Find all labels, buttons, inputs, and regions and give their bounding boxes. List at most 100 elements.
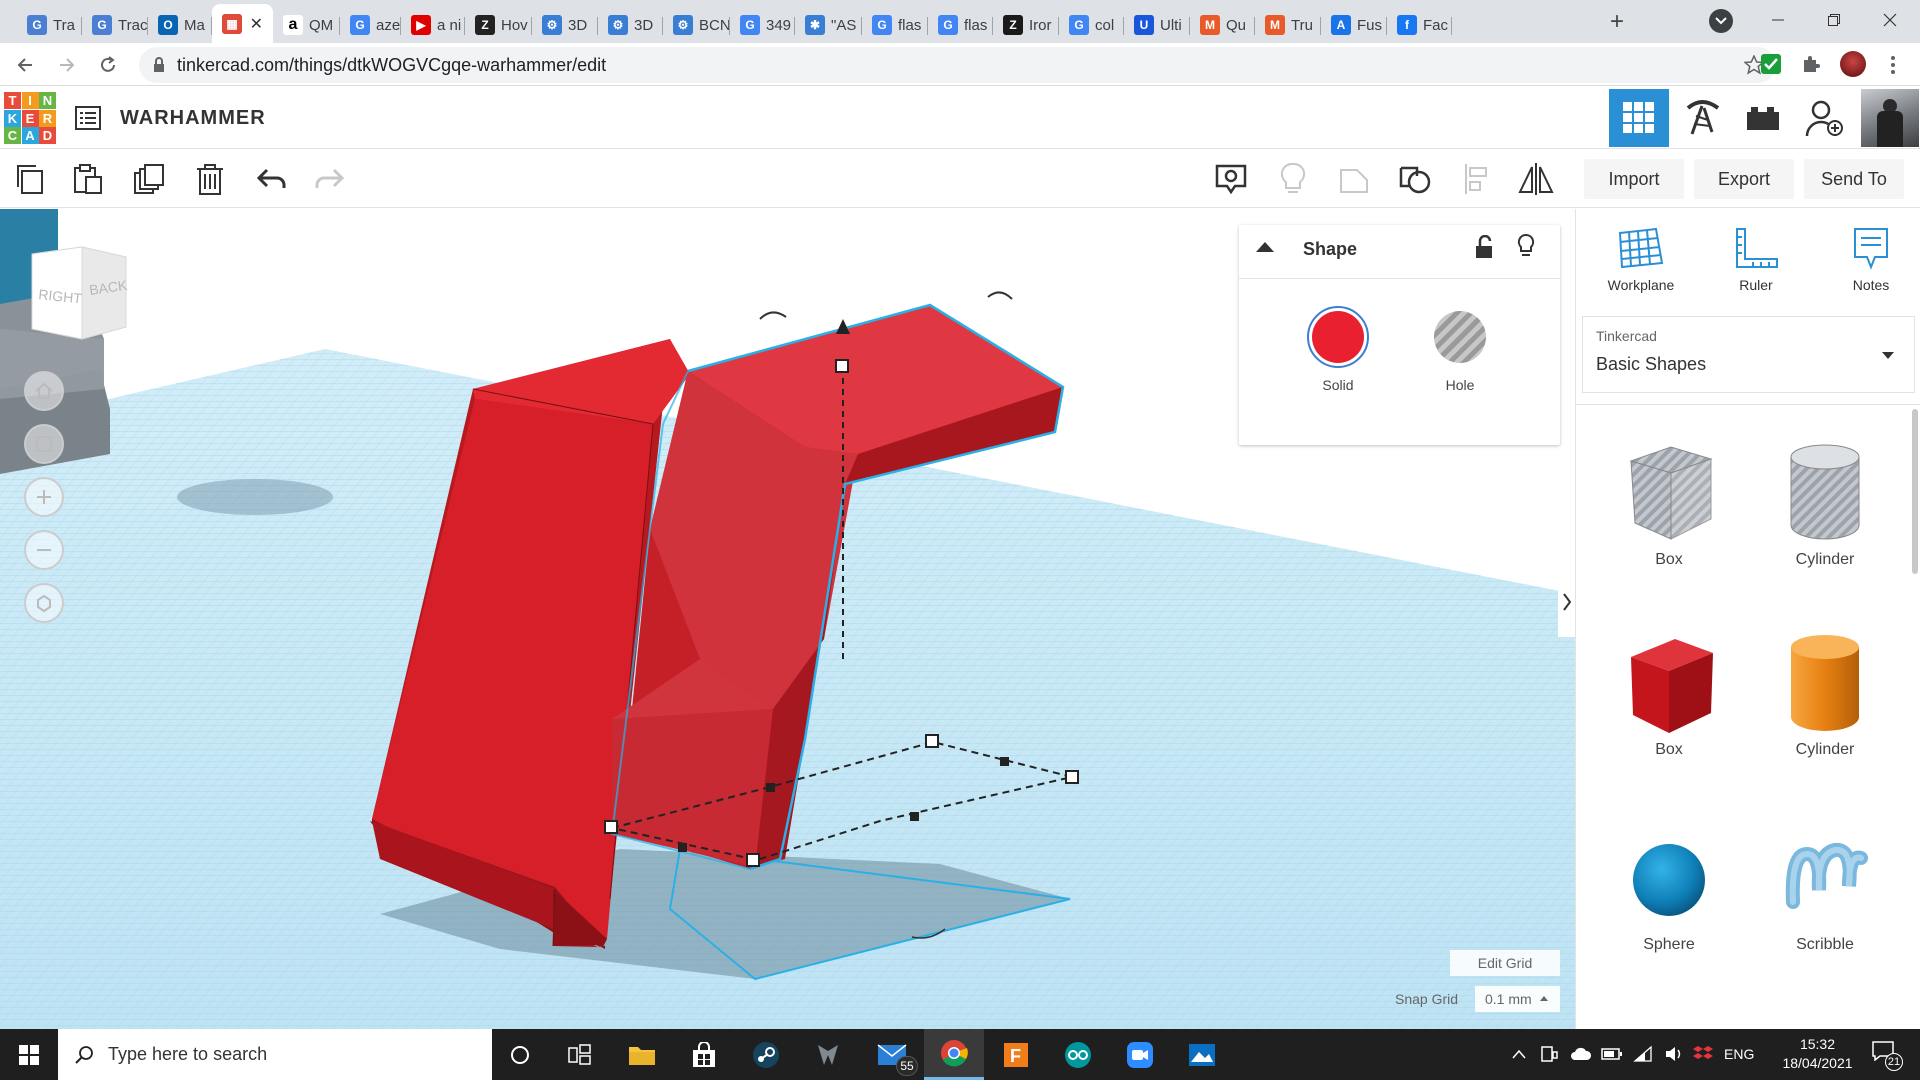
export-button[interactable]: Export <box>1694 159 1794 199</box>
shape-box[interactable]: Box <box>1594 629 1744 759</box>
design-title[interactable]: WARHAMMER <box>120 107 266 130</box>
undo-button[interactable] <box>250 158 294 200</box>
kebab-menu-icon[interactable] <box>1890 55 1896 75</box>
tray-chevron-icon[interactable] <box>1512 1049 1526 1059</box>
unlock-icon[interactable] <box>1474 235 1494 259</box>
browser-tab[interactable]: ⚙ 3D <box>532 7 598 43</box>
browser-tab[interactable]: ⚙ BCN <box>663 7 730 43</box>
import-button[interactable]: Import <box>1584 159 1684 199</box>
panel-expander[interactable] <box>1558 567 1575 637</box>
browser-tab[interactable]: ▦ ✕ <box>212 4 273 43</box>
edit-grid-button[interactable]: Edit Grid <box>1450 950 1560 976</box>
browser-tab[interactable]: U Ulti <box>1124 7 1190 43</box>
lightbulb-icon[interactable] <box>1517 233 1535 259</box>
forward-arrow-icon[interactable] <box>58 56 76 74</box>
zoom-out-button[interactable] <box>24 530 64 570</box>
shape-sphere[interactable]: Sphere <box>1594 824 1744 954</box>
file-explorer-button[interactable] <box>612 1029 672 1080</box>
steam-button[interactable] <box>736 1029 796 1080</box>
browser-tab[interactable]: M Tru <box>1255 7 1321 43</box>
browser-tab[interactable]: Gflas <box>928 7 993 43</box>
collapse-arrow-icon[interactable] <box>1256 241 1274 253</box>
rotate-handle-icon[interactable] <box>987 291 1013 300</box>
bricks-button[interactable] <box>1738 95 1788 141</box>
user-avatar[interactable] <box>1861 89 1919 147</box>
language-indicator[interactable]: ENG <box>1724 1046 1754 1062</box>
browser-tab[interactable]: Z Hov <box>465 7 532 43</box>
browser-tab[interactable]: ▶ a ni <box>401 7 465 43</box>
copy-button[interactable] <box>8 158 52 200</box>
minimize-button[interactable] <box>1750 0 1806 40</box>
close-window-button[interactable] <box>1862 0 1918 40</box>
workplane-button[interactable]: Workplane <box>1586 227 1696 293</box>
fit-view-button[interactable] <box>24 424 64 464</box>
hole-button[interactable] <box>1434 311 1486 363</box>
browser-tab[interactable]: G Tra <box>17 7 82 43</box>
tinkercad-logo[interactable]: TIN KER CAD <box>4 92 56 144</box>
ortho-view-button[interactable] <box>24 583 64 623</box>
snap-grid-select[interactable]: 0.1 mm <box>1475 986 1560 1012</box>
send-to-button[interactable]: Send To <box>1804 159 1904 199</box>
ungroup-button[interactable] <box>1394 158 1438 200</box>
browser-tab[interactable]: M Qu <box>1190 7 1255 43</box>
view-cube[interactable]: RIGHT BACK <box>31 246 129 340</box>
store-button[interactable] <box>674 1029 734 1080</box>
maximize-button[interactable] <box>1806 0 1862 40</box>
ruler-button[interactable]: Ruler <box>1701 227 1811 293</box>
browser-tab[interactable]: Z Iror <box>993 7 1059 43</box>
show-all-button[interactable] <box>1209 158 1253 200</box>
profile-avatar[interactable] <box>1840 51 1866 77</box>
reload-icon[interactable] <box>98 55 118 75</box>
mirror-button[interactable] <box>1514 158 1558 200</box>
3d-view-button[interactable] <box>1609 89 1669 147</box>
extensions-puzzle-icon[interactable] <box>1801 54 1821 74</box>
cortana-button[interactable] <box>490 1029 550 1080</box>
shape-cylinder-hole[interactable]: Cylinder <box>1750 439 1900 569</box>
design-list-icon[interactable] <box>75 106 101 130</box>
group-button[interactable] <box>1332 158 1376 200</box>
library-select[interactable]: Tinkercad Basic Shapes <box>1582 316 1915 393</box>
wifi-icon[interactable] <box>1633 1045 1653 1063</box>
browser-tab[interactable]: O Ma <box>148 7 212 43</box>
duplicate-button[interactable] <box>127 158 171 200</box>
mail-button[interactable]: 55 <box>862 1029 922 1080</box>
solid-button[interactable] <box>1307 306 1369 368</box>
rotate-handle-icon[interactable] <box>759 311 787 320</box>
device-icon[interactable] <box>1540 1045 1558 1063</box>
delete-button[interactable] <box>188 158 232 200</box>
notification-center-button[interactable]: 21 <box>1872 1041 1903 1071</box>
blocks-button[interactable] <box>1677 95 1727 141</box>
browser-tab[interactable]: ✱ "AS <box>795 7 862 43</box>
browser-tab[interactable]: G 349 <box>730 7 795 43</box>
browser-tab[interactable]: Gflas <box>862 7 928 43</box>
start-button[interactable] <box>0 1029 58 1080</box>
task-view-button[interactable] <box>550 1029 610 1080</box>
back-arrow-icon[interactable] <box>16 56 34 74</box>
shape-box-hole[interactable]: Box <box>1594 439 1744 569</box>
close-tab-button[interactable]: ✕ <box>250 14 263 34</box>
volume-icon[interactable] <box>1664 1045 1684 1063</box>
zoom-in-button[interactable] <box>24 477 64 517</box>
browser-tab[interactable]: ⚙ 3D <box>598 7 663 43</box>
browser-tab[interactable]: A Fus <box>1321 7 1387 43</box>
align-button[interactable] <box>1455 158 1499 200</box>
predator-sense-button[interactable] <box>798 1029 858 1080</box>
photos-button[interactable] <box>1172 1029 1232 1080</box>
paste-button[interactable] <box>66 158 110 200</box>
tab-search-button[interactable] <box>1709 9 1733 33</box>
url-field[interactable]: tinkercad.com/things/dtkWOGVCgqe-warhamm… <box>139 47 1776 83</box>
browser-tab[interactable]: f Fac <box>1387 7 1452 43</box>
shape-scribble[interactable]: Scribble <box>1750 824 1900 954</box>
hide-button[interactable] <box>1271 158 1315 200</box>
extension-check-icon[interactable] <box>1761 54 1781 74</box>
browser-tab[interactable]: G Trac <box>82 7 148 43</box>
fusion-button[interactable]: F <box>986 1029 1046 1080</box>
dropbox-icon[interactable] <box>1693 1044 1713 1064</box>
panel-scrollbar[interactable] <box>1912 409 1918 574</box>
browser-tab[interactable]: Gaze <box>340 7 401 43</box>
zoom-button[interactable] <box>1110 1029 1170 1080</box>
new-tab-button[interactable]: + <box>1610 8 1624 36</box>
onedrive-cloud-icon[interactable] <box>1570 1047 1592 1061</box>
invite-user-button[interactable] <box>1800 95 1850 141</box>
redo-button[interactable] <box>307 158 351 200</box>
